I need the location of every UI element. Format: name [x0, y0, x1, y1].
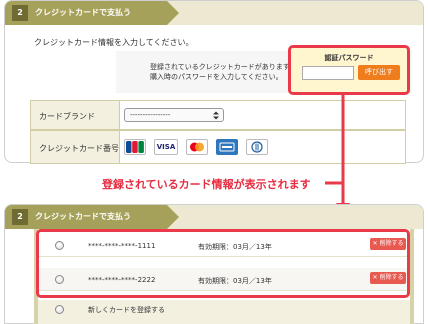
step-number-badge: 2 [12, 5, 28, 21]
step-header: 2 クレジットカードで支払う [5, 1, 423, 25]
select-arrows-icon [213, 111, 219, 120]
card-brand-row: カードブランド ---------------- [30, 100, 406, 130]
jcb-logo [124, 139, 146, 155]
new-card-label: 新しくカードを登録する [88, 306, 165, 314]
list-border-right [410, 229, 414, 324]
auth-password-box: 認証パスワード 呼び出す [288, 45, 410, 95]
visa-logo: VISA [154, 139, 178, 155]
card-number-row: クレジットカード番号 VISA [30, 130, 406, 164]
amex-logo [216, 139, 238, 155]
new-card-row[interactable]: 新しくカードを登録する [38, 300, 410, 324]
callout-text: 登録されているカード情報が表示されます [102, 178, 311, 191]
notice-line-1: 登録されているクレジットカードがあります。 [150, 63, 297, 71]
step-title: クレジットカードで支払う [35, 8, 131, 17]
instruction-text: クレジットカード情報を入力してください。 [34, 38, 194, 47]
saved-cards-highlight [36, 229, 410, 298]
step-header: 2 クレジットカードで支払う [5, 205, 423, 229]
call-saved-cards-button[interactable]: 呼び出す [358, 65, 400, 80]
card-brand-label: カードブランド [39, 112, 95, 121]
step-title: クレジットカードで支払う [35, 212, 131, 221]
card-logos-cell: VISA [119, 131, 405, 163]
auth-password-title: 認証パスワード [324, 54, 374, 62]
card-brand-selected: ---------------- [130, 111, 171, 119]
card-number-label: クレジットカード番号 [39, 144, 119, 153]
step-number-badge: 2 [12, 209, 28, 225]
new-card-radio[interactable] [55, 305, 64, 314]
diners-logo [246, 139, 268, 155]
card-brand-cell: ---------------- [119, 101, 405, 129]
auth-password-input[interactable] [302, 66, 354, 80]
notice-line-2: 購入時のパスワードを入力してください。 [150, 73, 283, 81]
mastercard-logo [186, 139, 208, 155]
card-brand-select[interactable]: ---------------- [124, 108, 224, 122]
